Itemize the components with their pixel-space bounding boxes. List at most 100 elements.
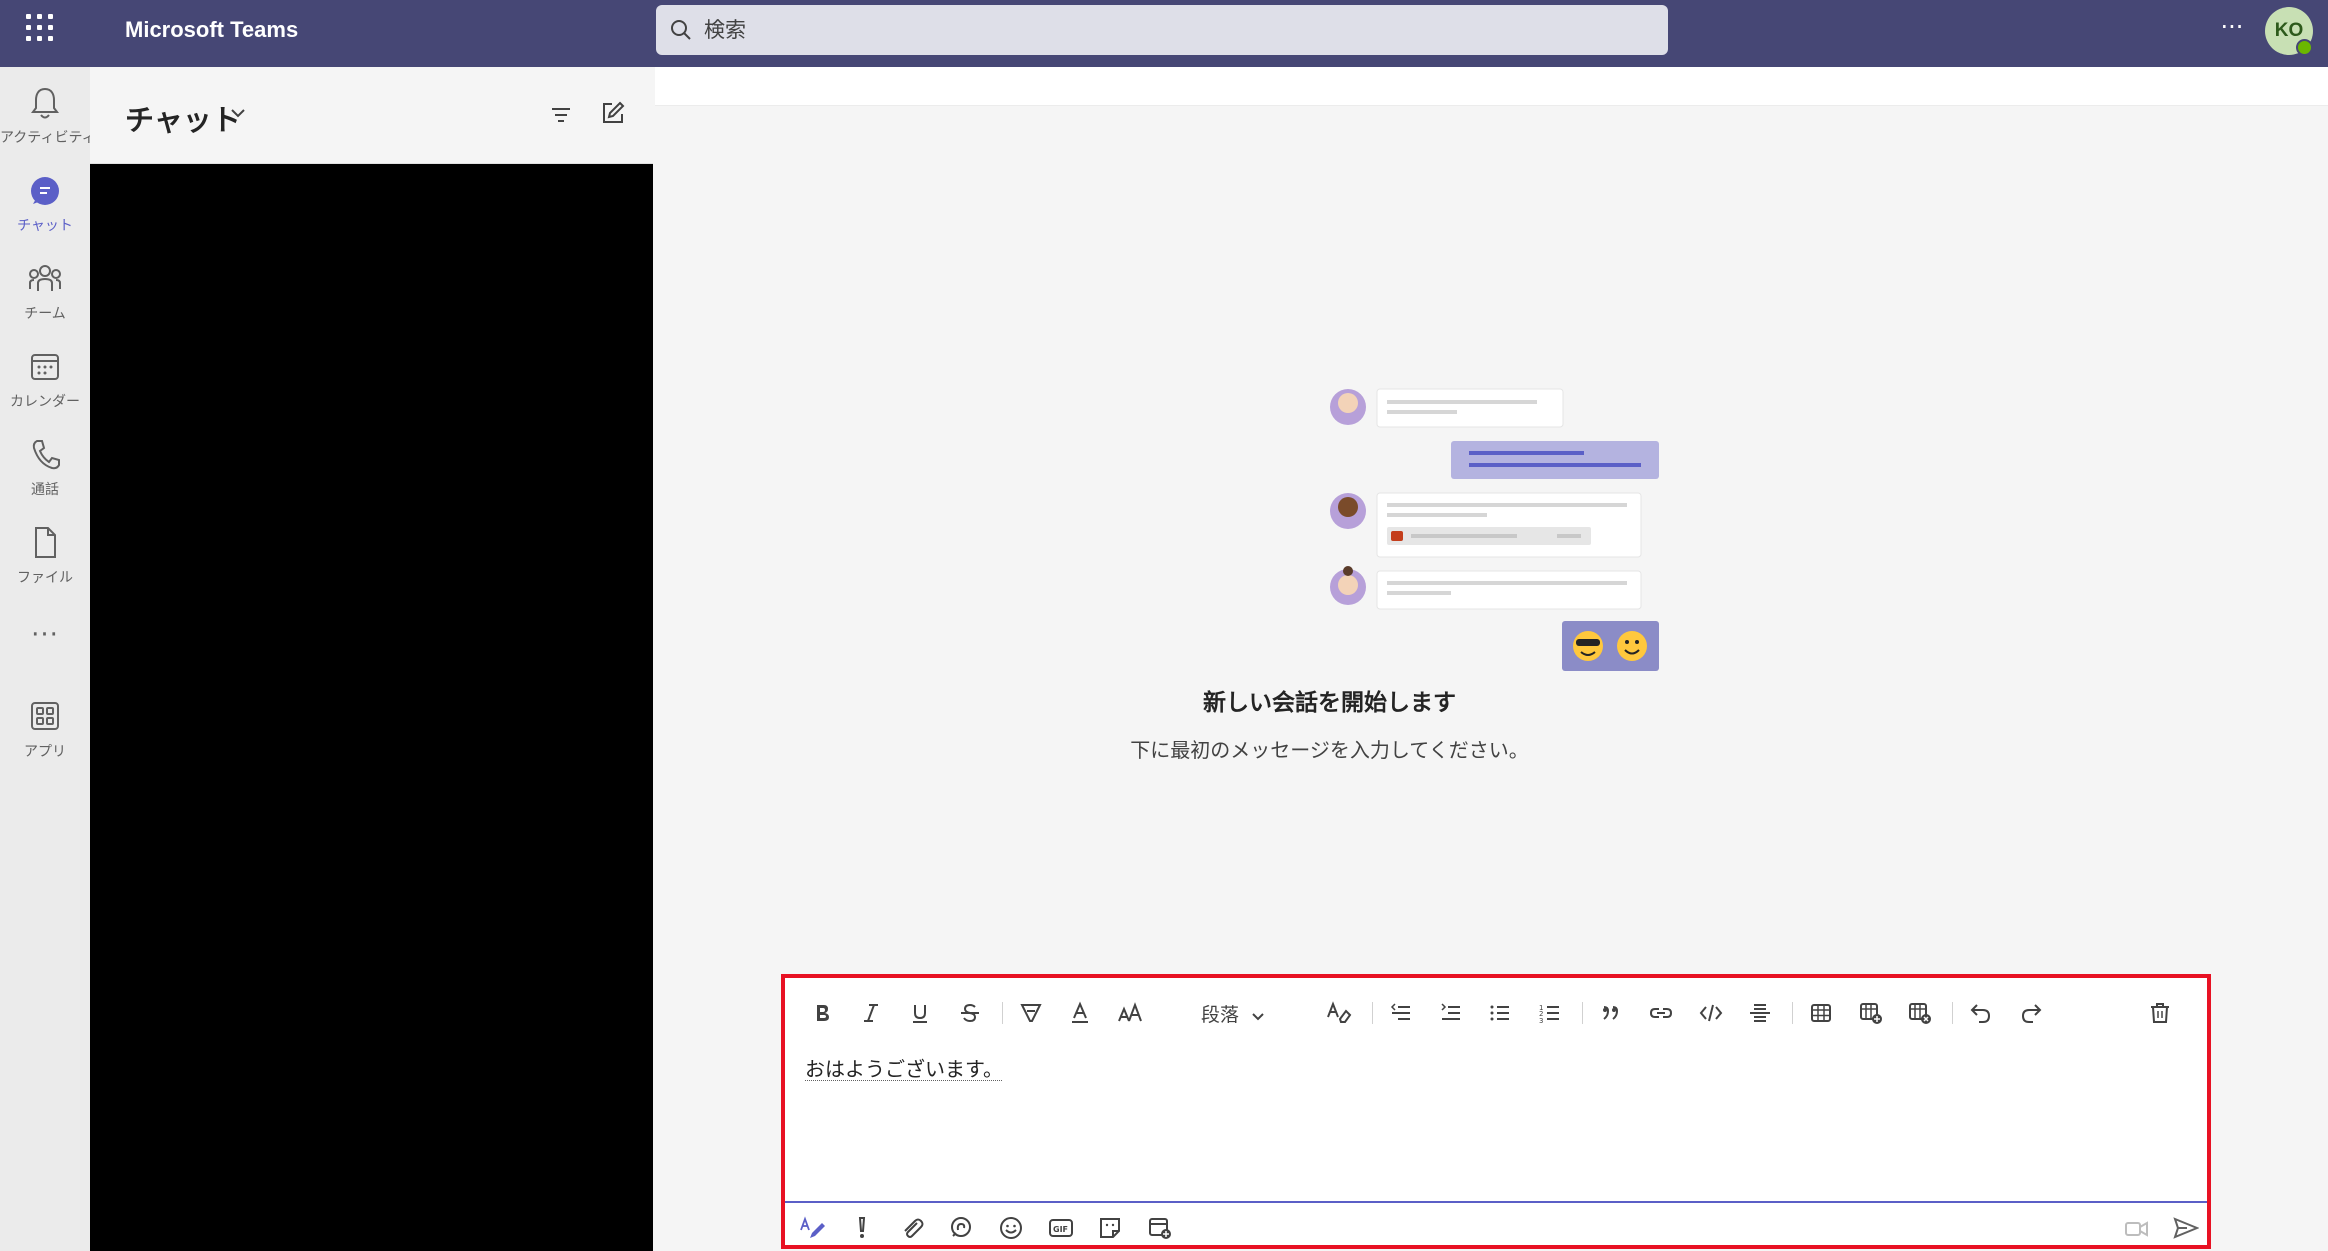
- bulleted-list-button[interactable]: [1483, 996, 1517, 1030]
- chevron-down-icon[interactable]: [228, 103, 248, 123]
- composer-actions: GIF: [785, 1205, 2207, 1249]
- decrease-indent-button[interactable]: [1384, 996, 1418, 1030]
- sticker-button[interactable]: [1093, 1211, 1127, 1245]
- table-add-icon: [1860, 1003, 1882, 1024]
- discard-draft-button[interactable]: [2143, 996, 2177, 1030]
- rail-item-calendar[interactable]: カレンダー: [0, 345, 90, 425]
- video-camera-icon: [2125, 1221, 2148, 1237]
- insert-link-button[interactable]: [1644, 996, 1678, 1030]
- teams-icon: [29, 265, 61, 291]
- attach-file-button[interactable]: [895, 1211, 929, 1245]
- emoji-icon: [1000, 1217, 1022, 1239]
- search-box[interactable]: [656, 5, 1668, 55]
- chat-list-header: チャット: [90, 67, 653, 164]
- strikethrough-icon: [961, 1003, 979, 1023]
- message-text: おはようございます。: [805, 1057, 1003, 1081]
- search-input[interactable]: [702, 11, 1646, 49]
- new-conversation-title: 新しい会話を開始します: [1203, 690, 1456, 716]
- message-composer: 段落 123 おはようございます。 GIF: [781, 974, 2211, 1249]
- conversation-illustration: [1330, 388, 1659, 671]
- chat-list-title[interactable]: チャット: [125, 97, 241, 139]
- table-icon: [1811, 1004, 1831, 1022]
- rail-item-apps[interactable]: アプリ: [0, 695, 90, 775]
- horizontal-rule-button[interactable]: [1743, 996, 1777, 1030]
- delete-table-button[interactable]: [1903, 996, 1937, 1030]
- mark-important-button[interactable]: [845, 1211, 879, 1245]
- toolbar-divider: [1792, 1002, 1793, 1024]
- italic-icon: [864, 1004, 878, 1022]
- font-color-icon: [1072, 1001, 1088, 1023]
- table-delete-icon: [1909, 1003, 1931, 1024]
- highlight-button[interactable]: [1014, 996, 1048, 1030]
- toolbar-divider: [1582, 1002, 1583, 1024]
- rail-item-teams[interactable]: チーム: [0, 257, 90, 337]
- rail-item-files[interactable]: ファイル: [0, 521, 90, 601]
- filter-icon[interactable]: [549, 103, 573, 127]
- insert-row-button[interactable]: [1854, 996, 1888, 1030]
- insert-table-button[interactable]: [1804, 996, 1838, 1030]
- quote-button[interactable]: [1594, 996, 1628, 1030]
- main-header: [655, 67, 2328, 106]
- bold-button[interactable]: [805, 996, 839, 1030]
- gif-icon: GIF: [1049, 1219, 1073, 1237]
- code-snippet-button[interactable]: [1694, 996, 1728, 1030]
- rail-item-chat[interactable]: チャット: [0, 169, 90, 249]
- toolbar-divider: [1952, 1002, 1953, 1024]
- paragraph-style-dropdown[interactable]: 段落: [1201, 1000, 1265, 1028]
- file-icon: [35, 527, 56, 558]
- bold-icon: [817, 1005, 829, 1021]
- format-toolbar: 段落 123: [785, 978, 2207, 1048]
- strikethrough-button[interactable]: [953, 996, 987, 1030]
- increase-indent-button[interactable]: [1434, 996, 1468, 1030]
- undo-button[interactable]: [1964, 996, 1998, 1030]
- schedule-meeting-button[interactable]: [1143, 1211, 1177, 1245]
- app-launcher-icon[interactable]: [24, 12, 56, 44]
- font-size-button[interactable]: [1113, 996, 1147, 1030]
- gif-button[interactable]: GIF: [1044, 1211, 1078, 1245]
- rail-item-activity[interactable]: アクティビティ: [0, 81, 96, 161]
- redo-icon: [2021, 1004, 2042, 1023]
- rail-label: ファイル: [17, 570, 73, 586]
- new-chat-icon[interactable]: [600, 100, 626, 126]
- video-clip-button[interactable]: [2119, 1211, 2153, 1245]
- bulleted-list-icon: [1490, 1005, 1509, 1021]
- bell-icon: [31, 87, 59, 119]
- more-options-icon[interactable]: ···: [2215, 15, 2249, 46]
- chevron-down-icon: [1252, 1012, 1264, 1020]
- new-conversation-subtitle: 下に最初のメッセージを入力してください。: [1130, 738, 1529, 762]
- format-button[interactable]: [795, 1211, 829, 1245]
- send-icon: [2173, 1217, 2199, 1239]
- emoji-button[interactable]: [994, 1211, 1028, 1245]
- send-button[interactable]: [2168, 1211, 2202, 1245]
- paperclip-icon: [904, 1218, 924, 1238]
- increase-indent-icon: [1441, 1003, 1460, 1020]
- exclamation-icon: [858, 1217, 866, 1238]
- loop-component-button[interactable]: [944, 1211, 978, 1245]
- apps-icon: [31, 702, 59, 730]
- top-bar: Microsoft Teams ··· KO: [0, 0, 2328, 67]
- italic-button[interactable]: [854, 996, 888, 1030]
- code-icon: [1699, 1004, 1723, 1022]
- clear-formatting-button[interactable]: [1321, 996, 1355, 1030]
- calendar-add-icon: [1149, 1218, 1171, 1239]
- message-input[interactable]: おはようございます。: [805, 1053, 2185, 1173]
- underline-button[interactable]: [903, 996, 937, 1030]
- numbered-list-button[interactable]: 123: [1533, 996, 1567, 1030]
- paragraph-style-label: 段落: [1201, 1004, 1240, 1026]
- rail-label: 通話: [31, 482, 59, 498]
- rail-label: アプリ: [24, 744, 66, 760]
- redo-button[interactable]: [2014, 996, 2048, 1030]
- rail-label: チーム: [24, 306, 66, 322]
- toolbar-divider: [1372, 1002, 1373, 1024]
- rail-label: チャット: [17, 218, 73, 234]
- decrease-indent-icon: [1390, 1003, 1410, 1020]
- more-apps-icon[interactable]: ···: [22, 620, 68, 650]
- chat-list-pane: チャット: [90, 67, 653, 1251]
- phone-icon: [32, 440, 60, 470]
- clear-formatting-icon: [1327, 1001, 1352, 1023]
- font-color-button[interactable]: [1063, 996, 1097, 1030]
- quote-icon: [1603, 1006, 1619, 1020]
- rail-item-calls[interactable]: 通話: [0, 433, 90, 513]
- font-size-icon: [1118, 1002, 1142, 1022]
- undo-icon: [1970, 1004, 1991, 1023]
